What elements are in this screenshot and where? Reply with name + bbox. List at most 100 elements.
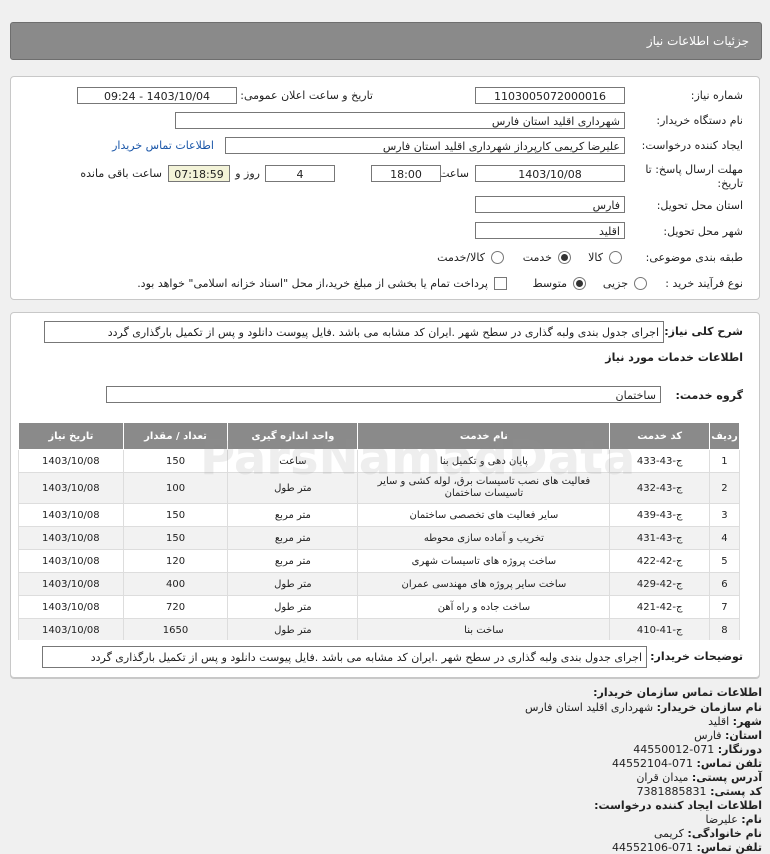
deadline-time-field: 18:00 <box>371 165 441 182</box>
cell-name: ساخت بنا <box>357 618 611 642</box>
col-unit: واحد اندازه گیری <box>227 422 359 450</box>
process-option-medium: متوسط <box>532 277 567 290</box>
treasury-payment-note: پرداخت تمام یا بخشی از مبلغ خرید،از محل … <box>137 277 488 290</box>
cell-name: پایان دهی و تکمیل بنا <box>357 449 611 473</box>
cell-row: 6 <box>708 572 741 596</box>
category-option-goods-service: کالا/خدمت <box>437 251 485 264</box>
creator-name: نام: علیرضا <box>705 813 762 826</box>
category-radio-goods-service[interactable] <box>491 251 504 264</box>
cell-unit: متر طول <box>227 572 359 596</box>
cell-date: 1403/10/08 <box>18 449 124 473</box>
cell-unit: متر مربع <box>227 526 359 550</box>
cell-qty: 150 <box>122 503 229 527</box>
deadline-date-field: 1403/10/08 <box>475 165 625 182</box>
cell-date: 1403/10/08 <box>18 472 124 504</box>
table-row: 3 ج-43-439 سایر فعالیت های تخصصی ساختمان مت… <box>18 503 741 527</box>
cell-name: تخریب و آماده سازی محوطه <box>357 526 611 550</box>
province-field: فارس <box>475 196 625 213</box>
cell-code: ج-43-433 <box>609 449 710 473</box>
cell-unit: متر طول <box>227 472 359 504</box>
buyer-contact-link[interactable]: اطلاعات تماس خریدار <box>112 139 214 152</box>
page-title: جزئیات اطلاعات نیاز <box>646 34 749 48</box>
buyer-notes-panel: توضیحات خریدار: اجرای جدول بندی ولبه گذا… <box>10 640 760 678</box>
cell-name: ساخت پروژه های تاسیسات شهری <box>357 549 611 573</box>
col-row: ردیف <box>708 422 741 450</box>
description-field: اجرای جدول بندی ولبه گذاری در سطح شهر .ا… <box>44 321 664 343</box>
deadline-time-label: ساعت <box>439 167 469 180</box>
treasury-payment-checkbox[interactable] <box>494 277 507 290</box>
contact-heading: اطلاعات تماس سازمان خریدار: <box>593 686 762 699</box>
cell-code: ج-43-439 <box>609 503 710 527</box>
cell-code: ج-43-432 <box>609 472 710 504</box>
table-row: 7 ج-42-421 ساخت جاده و راه آهن متر طول 720 14… <box>18 595 741 619</box>
col-date: تاریخ نیاز <box>18 422 124 450</box>
table-header-row: ردیف کد خدمت نام خدمت واحد اندازه گیری ت… <box>18 422 741 450</box>
cell-unit: متر مربع <box>227 503 359 527</box>
cell-qty: 150 <box>122 449 229 473</box>
cell-code: ج-42-429 <box>609 572 710 596</box>
cell-name: ساخت سایر پروژه های مهندسی عمران <box>357 572 611 596</box>
contact-postal: کد پستی: 7381885831 <box>636 785 762 798</box>
cell-code: ج-43-431 <box>609 526 710 550</box>
col-qty: تعداد / مقدار <box>122 422 229 450</box>
cell-unit: متر مربع <box>227 549 359 573</box>
process-radio-medium[interactable] <box>573 277 586 290</box>
cell-code: ج-41-410 <box>609 618 710 642</box>
table-row: 8 ج-41-410 ساخت بنا متر طول 1650 1403/10/08 <box>18 618 741 642</box>
category-label: طبقه بندی موضوعی: <box>645 251 743 264</box>
province-label: استان محل تحویل: <box>656 199 743 212</box>
need-info-panel: شماره نیاز: 1103005072000016 تاریخ و ساع… <box>10 76 760 300</box>
cell-qty: 100 <box>122 472 229 504</box>
cell-qty: 1650 <box>122 618 229 642</box>
process-radio-minor[interactable] <box>634 277 647 290</box>
cell-date: 1403/10/08 <box>18 503 124 527</box>
contact-org: نام سازمان خریدار: شهرداری اقلید استان ف… <box>524 701 762 714</box>
table-row: 1 ج-43-433 پایان دهی و تکمیل بنا ساعت 150 140… <box>18 449 741 473</box>
cell-date: 1403/10/08 <box>18 572 124 596</box>
buyer-field: شهرداری اقلید استان فارس <box>175 112 625 129</box>
col-code: کد خدمت <box>609 422 710 450</box>
table-body: 1 ج-43-433 پایان دهی و تکمیل بنا ساعت 150 140… <box>18 449 741 642</box>
process-label: نوع فرآیند خرید : <box>665 277 743 290</box>
cell-date: 1403/10/08 <box>18 549 124 573</box>
cell-row: 1 <box>708 449 741 473</box>
cell-qty: 120 <box>122 549 229 573</box>
cell-row: 7 <box>708 595 741 619</box>
table-row: 6 ج-42-429 ساخت سایر پروژه های مهندسی عمرا… <box>18 572 741 596</box>
cell-date: 1403/10/08 <box>18 618 124 642</box>
cell-name: ساخت جاده و راه آهن <box>357 595 611 619</box>
cell-qty: 400 <box>122 572 229 596</box>
table-row: 5 ج-42-422 ساخت پروژه های تاسیسات شهری متر … <box>18 549 741 573</box>
service-group-field: ساختمان <box>106 386 661 403</box>
category-option-goods: کالا <box>588 251 603 264</box>
cell-code: ج-42-422 <box>609 549 710 573</box>
cell-row: 3 <box>708 503 741 527</box>
services-table: ردیف کد خدمت نام خدمت واحد اندازه گیری ت… <box>18 422 741 642</box>
category-radio-service[interactable] <box>558 251 571 264</box>
cell-date: 1403/10/08 <box>18 595 124 619</box>
creator-field: علیرضا کریمی کارپرداز شهرداری اقلید استا… <box>225 137 625 154</box>
table-row: 4 ج-43-431 تخریب و آماده سازی محوطه متر مرب… <box>18 526 741 550</box>
cell-unit: متر طول <box>227 595 359 619</box>
remaining-time-field: 07:18:59 <box>168 165 230 182</box>
cell-unit: متر طول <box>227 618 359 642</box>
need-number-label: شماره نیاز: <box>690 89 743 102</box>
creator-heading: اطلاعات ایجاد کننده درخواست: <box>594 799 762 812</box>
cell-row: 2 <box>708 472 741 504</box>
services-heading: اطلاعات خدمات مورد نیاز <box>605 351 743 364</box>
cell-name: فعالیت های نصب تاسیسات برق، لوله کشی و س… <box>357 472 611 504</box>
category-radio-goods[interactable] <box>609 251 622 264</box>
contact-province: استان: فارس <box>694 729 762 742</box>
city-label: شهر محل تحویل: <box>663 225 743 238</box>
remaining-label: ساعت باقی مانده <box>80 167 162 180</box>
days-label: روز و <box>235 167 260 180</box>
description-label: شرح کلی نیاز: <box>664 325 743 338</box>
cell-name: سایر فعالیت های تخصصی ساختمان <box>357 503 611 527</box>
announce-label: تاریخ و ساعت اعلان عمومی: <box>240 89 373 102</box>
cell-qty: 150 <box>122 526 229 550</box>
days-field: 4 <box>265 165 335 182</box>
cell-row: 4 <box>708 526 741 550</box>
process-option-minor: جزیی <box>602 277 628 290</box>
need-number-field: 1103005072000016 <box>475 87 625 104</box>
cell-code: ج-42-421 <box>609 595 710 619</box>
